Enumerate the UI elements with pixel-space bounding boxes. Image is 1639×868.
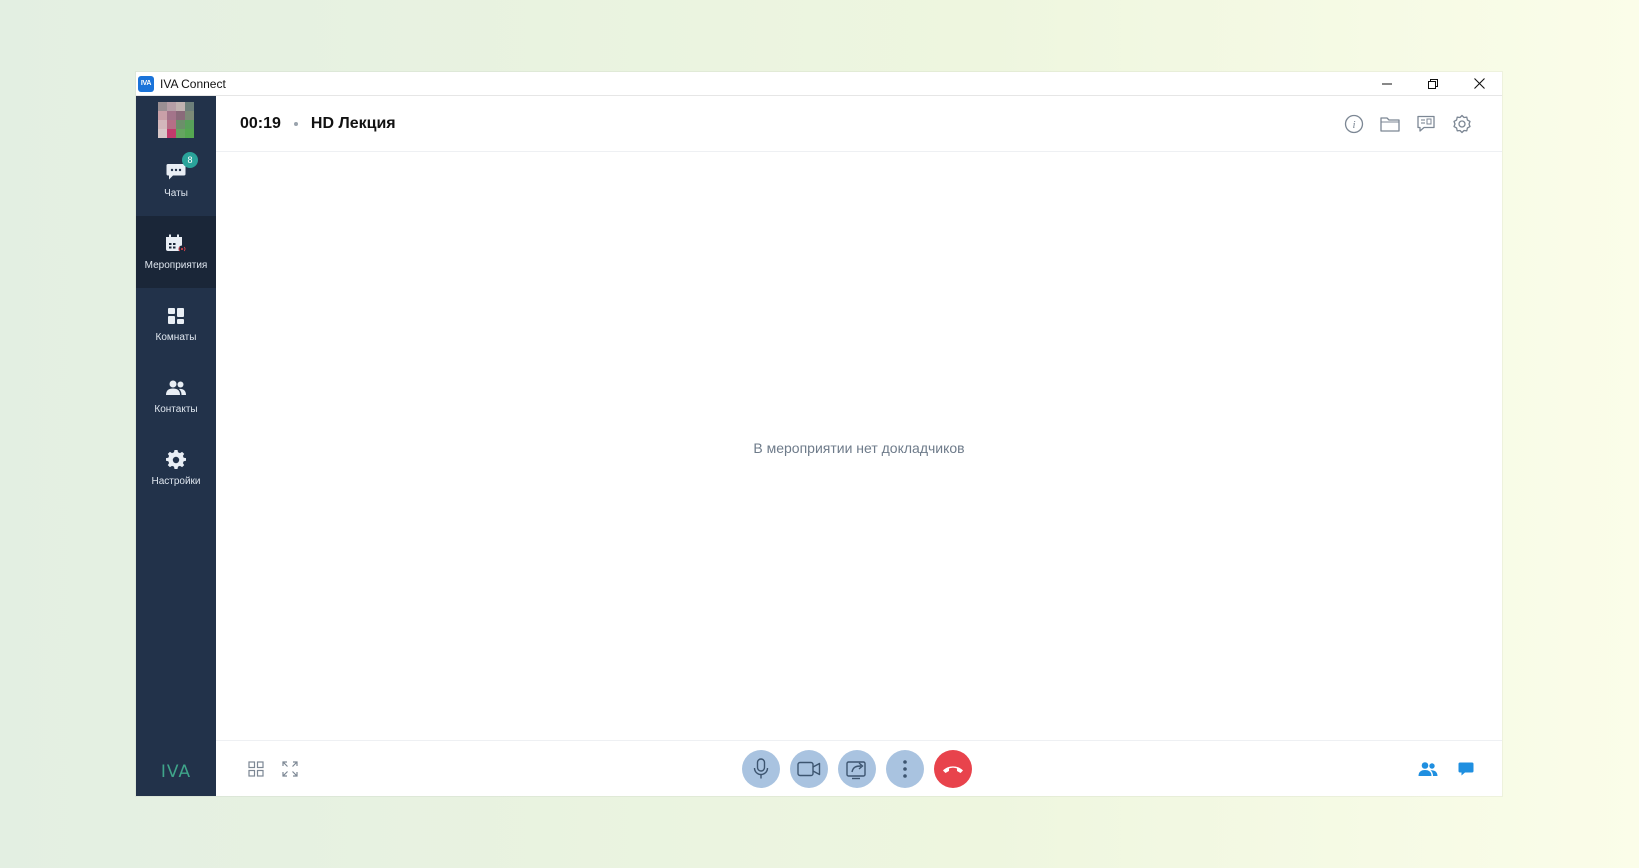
- contacts-icon: [165, 377, 187, 399]
- layout-controls: [244, 757, 302, 781]
- app-logo: IVA: [138, 75, 154, 92]
- screen-share-button[interactable]: [838, 750, 876, 788]
- video-stage: В мероприятии нет докладчиков: [216, 152, 1502, 740]
- sidebar-item-label: Настройки: [151, 476, 201, 487]
- hang-up-icon: [943, 766, 963, 773]
- side-panel-toggles: [1416, 757, 1478, 781]
- sidebar: 8 Чаты Мероприятия Комнаты Контакты Наст…: [136, 96, 216, 796]
- microphone-button[interactable]: [742, 750, 780, 788]
- sidebar-item-chats[interactable]: 8 Чаты: [136, 144, 216, 216]
- fullscreen-icon: [282, 760, 298, 777]
- app-window: IVA IVA Connect 8 Чаты Мероприятия Комна…: [136, 72, 1502, 796]
- avatar[interactable]: [158, 102, 194, 138]
- info-button[interactable]: i: [1336, 106, 1372, 142]
- info-icon: i: [1344, 114, 1364, 133]
- window-controls: [1364, 72, 1502, 95]
- calendar-broadcast-icon: [165, 233, 187, 255]
- sidebar-item-contacts[interactable]: Контакты: [136, 360, 216, 432]
- rooms-icon: [165, 305, 187, 327]
- restore-icon: [1428, 78, 1438, 89]
- minimize-icon: [1382, 83, 1392, 84]
- camera-button[interactable]: [790, 750, 828, 788]
- sidebar-item-label: Чаты: [164, 188, 188, 199]
- hang-up-button[interactable]: [934, 750, 972, 788]
- participants-button[interactable]: [1416, 757, 1440, 781]
- notes-button[interactable]: [1408, 106, 1444, 142]
- call-controls-bar: [216, 740, 1502, 796]
- separator-dot: [293, 121, 298, 126]
- event-header: 00:19 HD Лекция i: [216, 96, 1502, 152]
- header-actions: i: [1336, 106, 1480, 142]
- media-controls: [742, 750, 972, 788]
- notes-icon: [1417, 115, 1435, 132]
- files-button[interactable]: [1372, 106, 1408, 142]
- chat-icon: [1458, 762, 1474, 775]
- unread-badge: 8: [182, 152, 198, 168]
- sidebar-item-label: Контакты: [154, 404, 198, 415]
- brand-logo: IVA: [160, 762, 192, 782]
- chat-panel-button[interactable]: [1454, 757, 1478, 781]
- app-title: IVA Connect: [160, 76, 226, 91]
- empty-stage-message: В мероприятии нет докладчиков: [753, 440, 965, 456]
- layout-button[interactable]: [244, 757, 268, 781]
- restore-button[interactable]: [1410, 72, 1456, 95]
- folder-icon: [1380, 116, 1400, 132]
- camera-icon: [797, 761, 821, 777]
- sidebar-item-label: Мероприятия: [144, 260, 208, 271]
- more-button[interactable]: [886, 750, 924, 788]
- fullscreen-button[interactable]: [278, 757, 302, 781]
- close-button[interactable]: [1456, 72, 1502, 95]
- settings-icon: [1453, 114, 1471, 133]
- call-timer: 00:19: [240, 114, 281, 132]
- chat-icon: 8: [165, 152, 198, 183]
- main-area: 00:19 HD Лекция i В мероприятии нет докл…: [216, 96, 1502, 796]
- sidebar-item-rooms[interactable]: Комнаты: [136, 288, 216, 360]
- screen-share-icon: [846, 761, 866, 780]
- settings-button[interactable]: [1444, 106, 1480, 142]
- event-title: HD Лекция: [310, 114, 396, 132]
- participants-icon: [1418, 761, 1438, 776]
- sidebar-item-label: Комнаты: [155, 332, 197, 343]
- grid-layout-icon: [248, 760, 264, 777]
- microphone-icon: [753, 758, 769, 779]
- close-icon: [1473, 78, 1485, 89]
- svg-text:i: i: [1352, 119, 1355, 131]
- title-bar: IVA IVA Connect: [136, 72, 1502, 96]
- more-icon: [903, 760, 907, 778]
- sidebar-item-settings[interactable]: Настройки: [136, 432, 216, 504]
- gear-icon: [165, 449, 187, 471]
- minimize-button[interactable]: [1364, 72, 1410, 95]
- sidebar-item-events[interactable]: Мероприятия: [136, 216, 216, 288]
